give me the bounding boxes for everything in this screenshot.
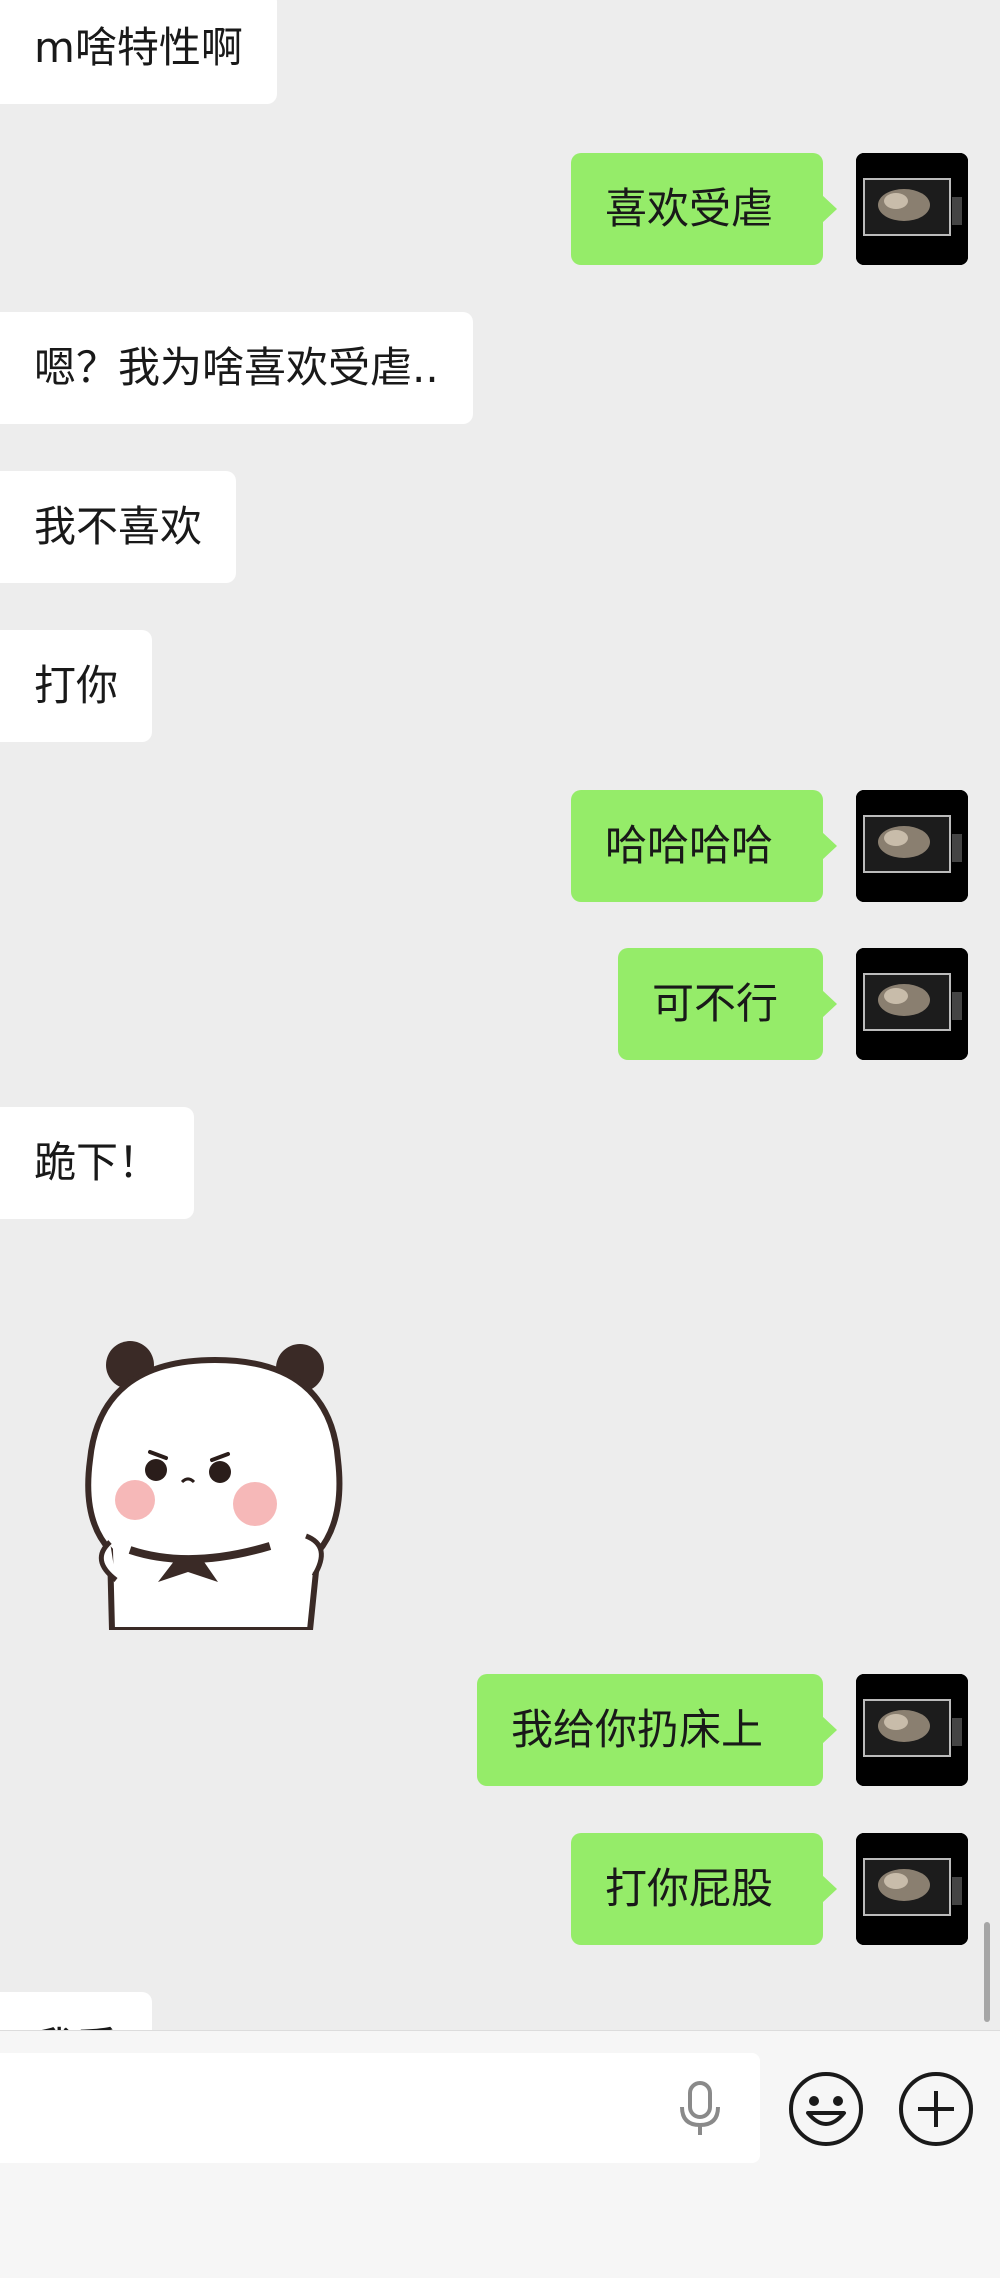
chat-area: m啥特性啊 喜欢受虐 嗯？我为啥喜欢受虐.. 我不喜欢 打你 哈哈哈哈 可不行 … — [0, 0, 1000, 2030]
my-avatar[interactable] — [856, 153, 968, 265]
my-avatar[interactable] — [856, 948, 968, 1060]
message-text: 嗯？我为啥喜欢受虐.. — [34, 343, 439, 392]
message-bubble-incoming[interactable]: 我不喜欢 — [0, 471, 237, 583]
message-bubble-outgoing[interactable]: 打你屁股 — [571, 1833, 837, 1945]
my-avatar[interactable] — [856, 1833, 968, 1945]
message-text: 打你 — [34, 661, 119, 710]
message-bubble-outgoing[interactable]: 哈哈哈哈 — [571, 790, 837, 902]
message-text: 哈哈哈哈 — [605, 821, 774, 870]
my-avatar[interactable] — [856, 790, 968, 902]
scrollbar-thumb[interactable] — [984, 1922, 990, 2022]
message-bubble-outgoing[interactable]: 喜欢受虐 — [571, 153, 837, 265]
emoji-icon[interactable] — [786, 2069, 866, 2149]
message-text: 我给你扔床上 — [511, 1705, 764, 1754]
message-bubble-incoming[interactable]: 我丢 — [0, 1992, 153, 2030]
message-text: m啥特性啊 — [34, 23, 243, 72]
message-bubble-incoming[interactable]: 打你 — [0, 630, 153, 742]
message-bubble-outgoing[interactable]: 我给你扔床上 — [477, 1674, 837, 1786]
message-bubble-outgoing[interactable]: 可不行 — [618, 948, 837, 1060]
microphone-icon[interactable] — [672, 2079, 728, 2139]
panda-bear-sticker[interactable] — [70, 1320, 350, 1633]
message-input[interactable] — [0, 2053, 760, 2163]
message-text: 我不喜欢 — [34, 502, 203, 551]
message-text: 可不行 — [652, 979, 779, 1028]
message-text: 打你屁股 — [605, 1864, 774, 1913]
message-text: 我丢 — [34, 2023, 118, 2030]
my-avatar[interactable] — [856, 1674, 968, 1786]
plus-icon[interactable] — [896, 2069, 976, 2149]
input-bar — [0, 2030, 1000, 2278]
message-bubble-incoming[interactable]: m啥特性啊 — [0, 0, 277, 104]
message-bubble-incoming[interactable]: 嗯？我为啥喜欢受虐.. — [0, 312, 473, 424]
message-bubble-incoming[interactable]: 跪下！ — [0, 1107, 195, 1219]
message-text: 跪下！ — [34, 1138, 161, 1187]
message-text: 喜欢受虐 — [605, 184, 774, 233]
